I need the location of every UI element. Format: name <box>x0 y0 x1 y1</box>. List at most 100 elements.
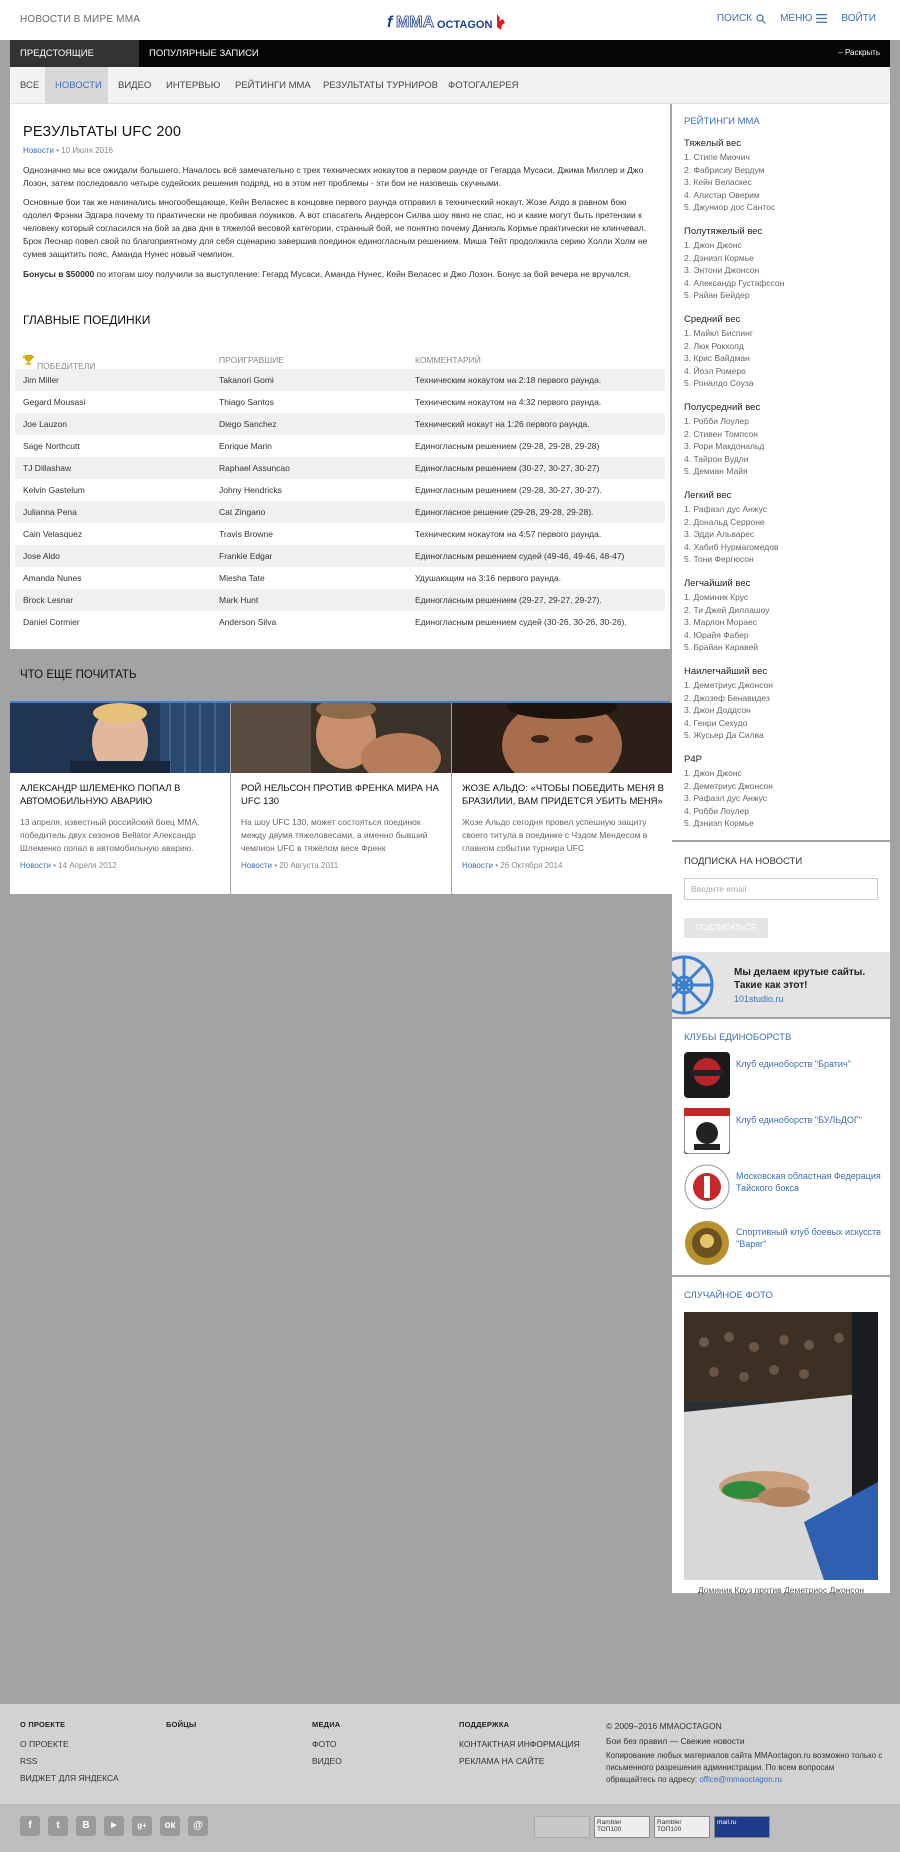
ranked-fighter[interactable]: 5. Демиан Майя <box>684 465 884 478</box>
ranked-fighter[interactable]: 5. Жусьер Да Силва <box>684 729 884 742</box>
club-item[interactable]: Спортивный клуб боевых искусств "Варяг" <box>684 1220 884 1266</box>
footer-link[interactable]: ФОТО <box>312 1739 342 1749</box>
menu-link[interactable]: МЕНЮ <box>780 13 828 24</box>
club-name[interactable]: Московская областная Федерация Тайского … <box>736 1170 884 1194</box>
ranked-fighter[interactable]: 2. Дональд Серроне <box>684 516 884 529</box>
category-interviews[interactable]: ИНТЕРВЬЮ <box>156 67 230 104</box>
ranked-fighter[interactable]: 2. Ти Джей Диллашоу <box>684 604 884 617</box>
subscribe-button[interactable]: ПОДПИСАТЬСЯ <box>684 918 768 938</box>
email-icon[interactable]: @ <box>188 1816 208 1836</box>
ranked-fighter[interactable]: 5. Брайан Каравей <box>684 641 884 654</box>
ranked-fighter[interactable]: 3. Эдди Альварес <box>684 528 884 541</box>
club-logo[interactable] <box>684 1164 730 1210</box>
ranked-fighter[interactable]: 1. Джон Джонс <box>684 767 884 780</box>
ranked-fighter[interactable]: 4. Юрайя Фабер <box>684 629 884 642</box>
youtube-icon[interactable]: ▶ <box>104 1816 124 1836</box>
weight-class-name[interactable]: Средний вес <box>684 314 884 325</box>
odnoklassniki-icon[interactable]: ок <box>160 1816 180 1836</box>
ranked-fighter[interactable]: 1. Доминик Крус <box>684 591 884 604</box>
ranked-fighter[interactable]: 2. Джозеф Бенавидез <box>684 692 884 705</box>
ranked-fighter[interactable]: 2. Деметриус Джонсон <box>684 780 884 793</box>
weight-class-name[interactable]: Полусредний вес <box>684 402 884 413</box>
club-logo[interactable] <box>684 1220 730 1266</box>
ranked-fighter[interactable]: 4. Алистар Оверим <box>684 189 884 202</box>
footer-link[interactable]: ВИДЕО <box>312 1756 342 1766</box>
category-video[interactable]: ВИДЕО <box>108 67 161 104</box>
weight-class-name[interactable]: Тяжелый вес <box>684 138 884 149</box>
weight-class-name[interactable]: Легкий вес <box>684 490 884 501</box>
card-photo[interactable] <box>10 703 230 775</box>
club-logo[interactable] <box>684 1052 730 1098</box>
category-ratings[interactable]: РЕЙТИНГИ ММА <box>225 67 321 104</box>
ratings-title[interactable]: РЕЙТИНГИ ММА <box>684 116 760 127</box>
card-category-link[interactable]: Новости <box>241 861 272 870</box>
ranked-fighter[interactable]: 2. Стивен Томпсон <box>684 428 884 441</box>
weight-class-name[interactable]: Полутяжелый вес <box>684 226 884 237</box>
club-name[interactable]: Клуб единоборств "БУЛЬДОГ" <box>736 1114 884 1126</box>
category-gallery[interactable]: ФОТОГАЛЕРЕЯ <box>438 67 529 104</box>
ranked-fighter[interactable]: 2. Фабрисиу Вердум <box>684 164 884 177</box>
ranked-fighter[interactable]: 3. Марлон Морaес <box>684 616 884 629</box>
ranked-fighter[interactable]: 1. Майкл Биспинг <box>684 327 884 340</box>
tab-upcoming-events[interactable]: ПРЕДСТОЯЩИЕ СОБЫТИЯ <box>10 40 139 86</box>
google-plus-icon[interactable]: g+ <box>132 1816 152 1836</box>
ranked-fighter[interactable]: 5. Райан Бейдер <box>684 289 884 302</box>
club-item[interactable]: Клуб единоборств "Братич" <box>684 1052 884 1098</box>
footer-link[interactable]: ВИДЖЕТ ДЛЯ ЯНДЕКСА <box>20 1773 119 1783</box>
ranked-fighter[interactable]: 1. Стипе Миочич <box>684 151 884 164</box>
mailru-counter[interactable]: mail.ru <box>714 1816 770 1838</box>
ranked-fighter[interactable]: 2. Дэниэл Кормье <box>684 252 884 265</box>
ranked-fighter[interactable]: 5. Дэниэл Кормье <box>684 817 884 830</box>
email-input[interactable]: Введите email <box>684 878 878 900</box>
card-photo[interactable] <box>452 695 672 790</box>
ranked-fighter[interactable]: 4. Хабиб Нурмагомедов <box>684 541 884 554</box>
club-item[interactable]: Клуб единоборств "БУЛЬДОГ" <box>683 1107 884 1155</box>
vk-icon[interactable]: B <box>76 1816 96 1836</box>
weight-class-name[interactable]: P4P <box>684 754 884 765</box>
club-name[interactable]: Клуб единоборств "Братич" <box>736 1058 884 1070</box>
weight-class-name[interactable]: Легчайший вес <box>684 578 884 589</box>
liveinternet-counter-icon[interactable] <box>534 1816 590 1838</box>
card-title[interactable]: РОЙ НЕЛЬСОН ПРОТИВ ФРЕНКА МИРА НА UFC 13… <box>241 782 446 808</box>
ranked-fighter[interactable]: 4. Генри Сехудо <box>684 717 884 730</box>
card-photo[interactable] <box>231 699 451 783</box>
rambler-counter[interactable]: Rambler ТОП100 <box>594 1816 650 1838</box>
footer-link[interactable]: О ПРОЕКТЕ <box>20 1739 119 1749</box>
footer-link[interactable]: РЕКЛАМА НА САЙТЕ <box>459 1756 580 1766</box>
ranked-fighter[interactable]: 3. Крис Вайдман <box>684 352 884 365</box>
ranked-fighter[interactable]: 2. Люк Рокхолд <box>684 340 884 353</box>
article-category-link[interactable]: Новости <box>23 146 54 155</box>
promo-link[interactable]: 101studio.ru <box>734 994 784 1004</box>
club-item[interactable]: Московская областная Федерация Тайского … <box>684 1164 884 1210</box>
article-card[interactable]: РОЙ НЕЛЬСОН ПРОТИВ ФРЕНКА МИРА НА UFC 13… <box>231 699 451 894</box>
ranked-fighter[interactable]: 4. Йоэл Ромеро <box>684 365 884 378</box>
category-all[interactable]: ВСЕ <box>10 67 49 104</box>
club-name[interactable]: Спортивный клуб боевых искусств "Варяг" <box>736 1226 884 1250</box>
rambler-counter[interactable]: Rambler ТОП100 <box>654 1816 710 1838</box>
ranked-fighter[interactable]: 1. Рафаэл дус Анжус <box>684 503 884 516</box>
article-card[interactable]: ЖОЗЕ АЛЬДО: «ЧТОБЫ ПОБЕДИТЬ МЕНЯ В БРАЗИ… <box>452 695 672 894</box>
card-title[interactable]: ЖОЗЕ АЛЬДО: «ЧТОБЫ ПОБЕДИТЬ МЕНЯ В БРАЗИ… <box>462 782 667 808</box>
login-link[interactable]: ВОЙТИ <box>841 13 876 24</box>
ranked-fighter[interactable]: 5. Тони Фергюсон <box>684 553 884 566</box>
ranked-fighter[interactable]: 3. Кейн Веласкес <box>684 176 884 189</box>
article-card[interactable]: АЛЕКСАНДР ШЛЕМЕНКО ПОПАЛ В АВТОМОБИЛЬНУЮ… <box>10 703 230 894</box>
expand-link[interactable]: – Раскрыть <box>838 48 880 57</box>
card-category-link[interactable]: Новости <box>462 861 493 870</box>
club-logo[interactable] <box>683 1107 731 1155</box>
site-logo[interactable]: f MMA OCTAGON <box>385 10 515 32</box>
ranked-fighter[interactable]: 3. Рафаэл дус Анжус <box>684 792 884 805</box>
card-category-link[interactable]: Новости <box>20 861 51 870</box>
category-news[interactable]: НОВОСТИ <box>45 67 108 104</box>
ranked-fighter[interactable]: 4. Александр Густафссон <box>684 277 884 290</box>
tab-popular-posts[interactable]: ПОПУЛЯРНЫЕ ЗАПИСИ <box>139 40 269 67</box>
weight-class-name[interactable]: Наилегчайший вес <box>684 666 884 677</box>
twitter-icon[interactable]: t <box>48 1816 68 1836</box>
facebook-icon[interactable]: f <box>20 1816 40 1836</box>
footer-link[interactable]: КОНТАКТНАЯ ИНФОРМАЦИЯ <box>459 1739 580 1749</box>
ranked-fighter[interactable]: 1. Робби Лоулер <box>684 415 884 428</box>
ranked-fighter[interactable]: 3. Джон Доддсон <box>684 704 884 717</box>
site-tagline[interactable]: НОВОСТИ В МИРЕ ММА <box>20 14 140 25</box>
category-results[interactable]: РЕЗУЛЬТАТЫ ТУРНИРОВ <box>313 67 448 104</box>
card-title[interactable]: АЛЕКСАНДР ШЛЕМЕНКО ПОПАЛ В АВТОМОБИЛЬНУЮ… <box>20 782 225 808</box>
